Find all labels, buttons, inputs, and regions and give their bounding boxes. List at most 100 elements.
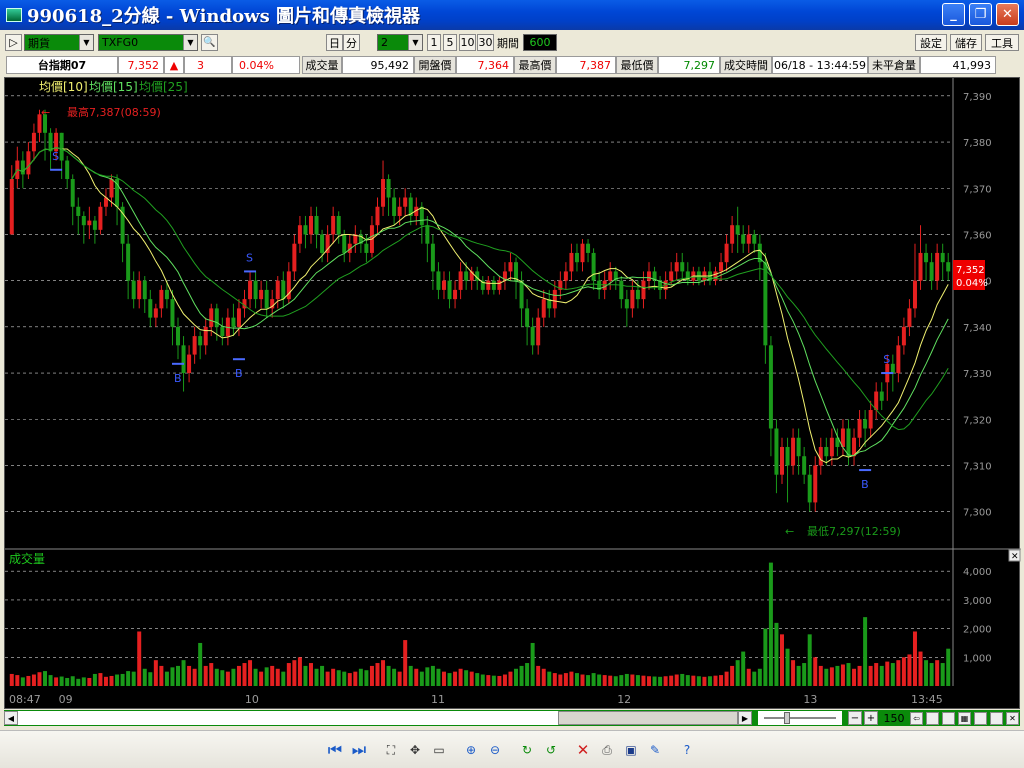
volume-bar xyxy=(242,663,247,686)
volume-bar xyxy=(508,671,513,686)
scroll-left-icon[interactable]: ◀ xyxy=(4,711,18,725)
rotate-counterclockwise-icon[interactable]: ↺ xyxy=(542,741,560,759)
volume-bar xyxy=(131,671,136,686)
zoom-slider-thumb[interactable] xyxy=(784,712,790,724)
volume-bar xyxy=(397,671,402,686)
volume-bar xyxy=(37,672,42,686)
symbol-select[interactable]: TXFG0 ▼ xyxy=(98,34,198,51)
scroll-thumb[interactable] xyxy=(558,711,738,725)
delete-icon[interactable]: ✕ xyxy=(574,741,592,759)
horizontal-scrollbar[interactable]: ◀ ▶ − + 150 ⇦ ▦ ✕ xyxy=(4,710,1020,726)
candle-body xyxy=(220,326,225,337)
settings-button[interactable]: 設定 xyxy=(915,34,947,51)
span-input[interactable]: 600 xyxy=(523,34,557,51)
period-day-button[interactable]: 日 xyxy=(326,34,343,51)
volume-bar xyxy=(198,642,203,686)
candle-body xyxy=(863,419,868,429)
grid-icon[interactable]: ▦ xyxy=(958,711,971,725)
zoom-out-icon[interactable]: − xyxy=(848,711,862,725)
market-type-select[interactable]: 期貨 ▼ xyxy=(24,34,94,51)
save-button[interactable]: 儲存 xyxy=(950,34,982,51)
candle-body xyxy=(92,220,97,230)
volume-bar xyxy=(707,676,712,686)
high-value: 7,387 xyxy=(556,56,616,74)
print-icon[interactable] xyxy=(990,711,1003,725)
rotate-clockwise-icon[interactable]: ↻ xyxy=(518,741,536,759)
candle-body xyxy=(857,419,862,438)
quick-period-30[interactable]: 30 xyxy=(477,34,494,51)
zoom-slider-track xyxy=(764,717,836,719)
volume-bar xyxy=(270,665,275,686)
candle-body xyxy=(730,225,735,244)
close-icon: ✕ xyxy=(1011,552,1019,562)
candle-body xyxy=(314,215,319,235)
volume-bar xyxy=(120,673,125,686)
volume-bar xyxy=(286,663,291,686)
window-title: 990618_2分線 - Windows 圖片和傳真檢視器 xyxy=(27,6,420,27)
minimize-button[interactable]: _ xyxy=(942,3,965,26)
volume-bar xyxy=(719,675,724,686)
close-chart-icon[interactable]: ✕ xyxy=(1006,711,1019,725)
next-image-icon[interactable]: ⏭ xyxy=(350,740,368,759)
edit-icon[interactable]: ✎ xyxy=(646,741,664,759)
candle-body xyxy=(425,225,430,244)
chart-area[interactable]: SBBSBS 7,3907,3807,3707,3607,3507,3407,3… xyxy=(4,77,1021,710)
volume-bar xyxy=(92,673,97,686)
candle-body xyxy=(918,252,923,281)
candle-body xyxy=(375,206,380,226)
scroll-right-icon[interactable]: ▶ xyxy=(738,711,752,725)
save-viewer-icon[interactable]: ▣ xyxy=(622,741,640,759)
candle-body xyxy=(198,336,203,346)
volume-bar xyxy=(231,668,236,686)
actual-size-icon[interactable]: ✥ xyxy=(406,741,424,759)
instrument-name: 台指期07 xyxy=(6,56,118,74)
back-icon[interactable]: ⇦ xyxy=(910,711,923,725)
volume-bar xyxy=(608,675,613,686)
zoom-in-icon[interactable]: + xyxy=(864,711,878,725)
volume-bar xyxy=(597,674,602,686)
volume-bar xyxy=(741,651,746,686)
search-icon[interactable]: 🔍 xyxy=(201,34,218,51)
slideshow-icon[interactable]: ▭ xyxy=(430,741,448,759)
candle-body xyxy=(569,252,574,272)
candle-body xyxy=(796,437,801,457)
candle-body xyxy=(275,280,280,300)
period-minute-button[interactable]: 分 xyxy=(343,34,360,51)
maximize-button[interactable]: ❐ xyxy=(969,3,992,26)
volume-bar xyxy=(192,668,197,686)
minute-select[interactable]: 2 ▼ xyxy=(377,34,423,51)
quick-period-10[interactable]: 10 xyxy=(459,34,476,51)
disk-icon[interactable] xyxy=(974,711,987,725)
play-button[interactable]: ▷ xyxy=(5,34,22,51)
zoom-slider[interactable] xyxy=(758,711,842,725)
zoom-in-viewer-icon[interactable]: ⊕ xyxy=(462,741,480,759)
tools-button[interactable]: 工具 xyxy=(985,34,1019,51)
volume-bar xyxy=(857,665,862,686)
print-viewer-icon[interactable]: ⎙ xyxy=(598,741,616,759)
volume-bar xyxy=(436,668,441,686)
volume-bar xyxy=(220,670,225,686)
candle-body xyxy=(929,262,934,281)
previous-image-icon[interactable]: ⏮ xyxy=(326,740,344,759)
quick-period-1[interactable]: 1 xyxy=(427,34,441,51)
price-tick-label: 7,370 xyxy=(963,184,992,195)
zoom-out-viewer-icon[interactable]: ⊖ xyxy=(486,741,504,759)
volume-bar xyxy=(685,675,690,686)
window-icon[interactable] xyxy=(926,711,939,725)
volume-bar xyxy=(663,676,668,686)
volume-bar xyxy=(176,665,181,686)
quick-period-5[interactable]: 5 xyxy=(443,34,457,51)
scroll-track[interactable] xyxy=(18,711,558,725)
volume-panel-title: 成交量 xyxy=(9,551,45,566)
best-fit-icon[interactable]: ⛶ xyxy=(382,741,400,759)
candle-body xyxy=(386,179,391,198)
close-button[interactable]: ✕ xyxy=(996,3,1019,26)
volume-bar xyxy=(674,674,679,686)
candlestick-chart[interactable]: SBBSBS 7,3907,3807,3707,3607,3507,3407,3… xyxy=(5,78,1021,710)
candle-body xyxy=(818,446,823,466)
zoom-value: 150 xyxy=(880,711,908,725)
square-icon[interactable] xyxy=(942,711,955,725)
candle-body xyxy=(87,220,92,226)
volume-bar xyxy=(314,668,319,686)
help-icon[interactable]: ? xyxy=(678,741,696,759)
